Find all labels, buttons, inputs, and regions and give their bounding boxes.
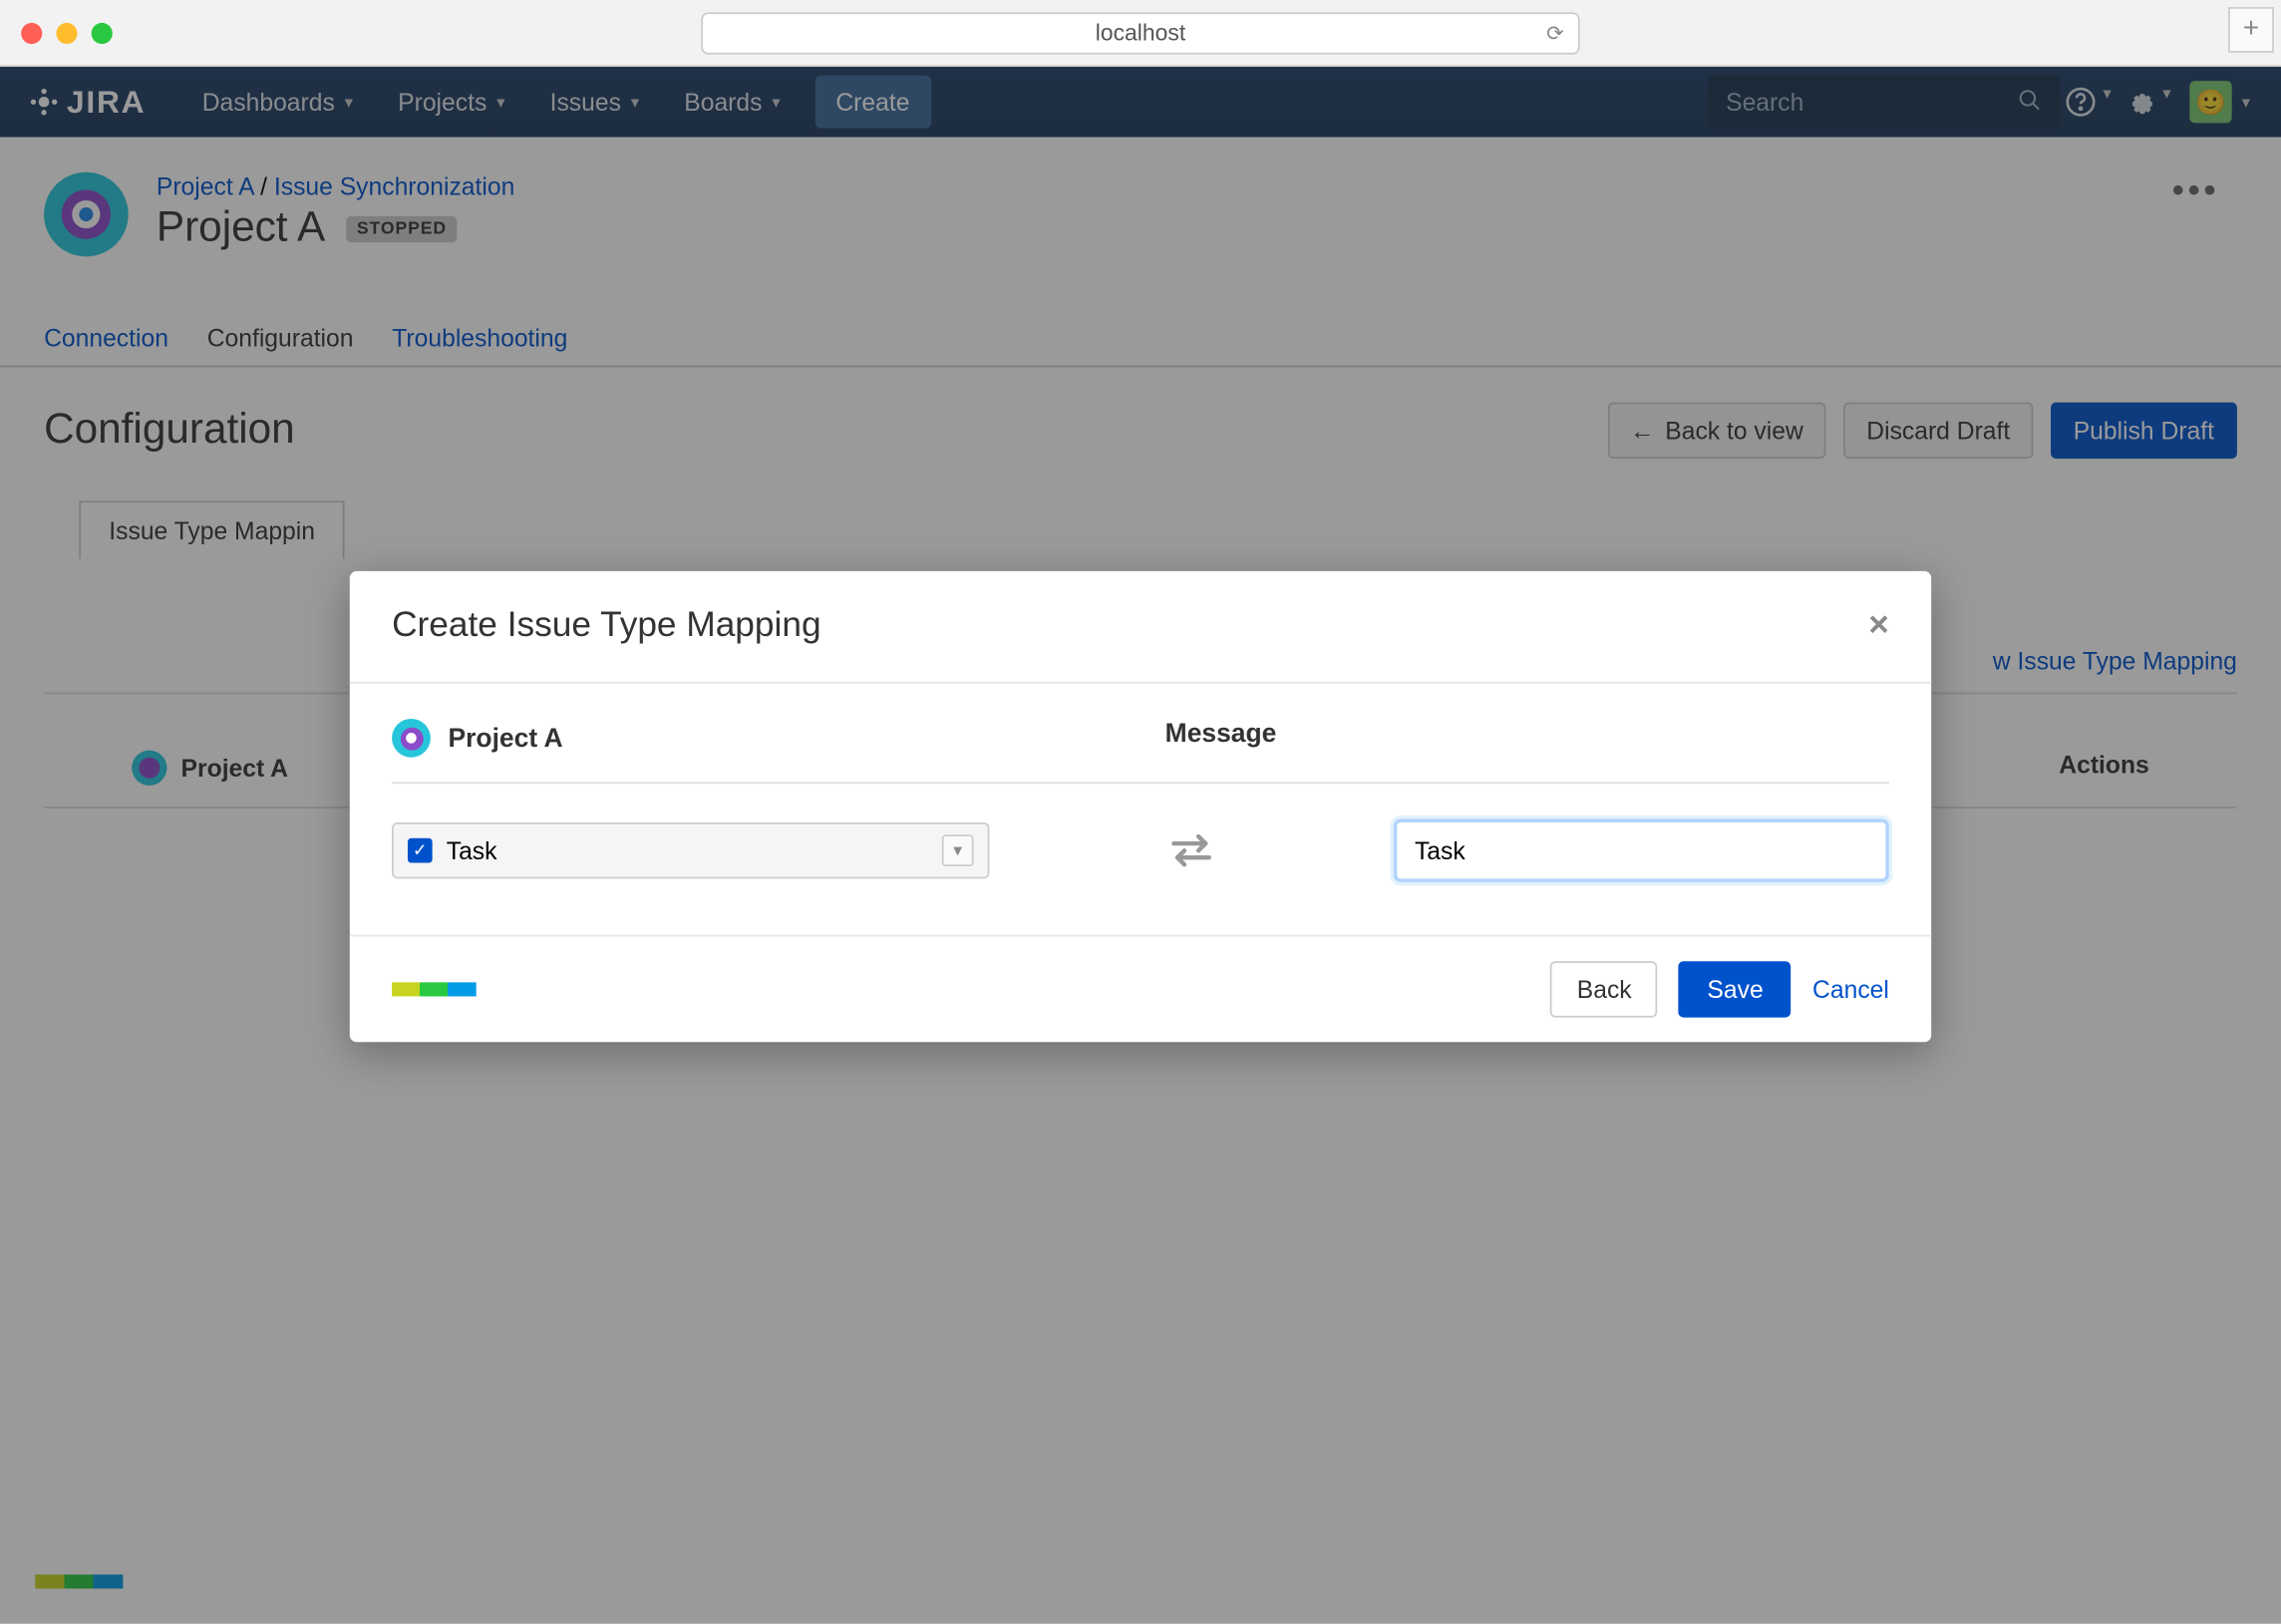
brand-color-bar bbox=[392, 982, 477, 996]
window-zoom-icon[interactable] bbox=[92, 22, 113, 43]
url-bar[interactable]: localhost ⟳ bbox=[701, 11, 1579, 53]
reload-icon[interactable]: ⟳ bbox=[1546, 20, 1564, 45]
create-issue-type-mapping-modal: Create Issue Type Mapping × Project A Me… bbox=[350, 571, 1931, 1042]
traffic-lights bbox=[21, 22, 113, 43]
modal-body: Project A Message ✓ Task ▾ bbox=[350, 684, 1931, 935]
window-minimize-icon[interactable] bbox=[56, 22, 77, 43]
new-tab-button[interactable]: + bbox=[2228, 7, 2274, 53]
cancel-button[interactable]: Cancel bbox=[1812, 975, 1889, 1003]
window-close-icon[interactable] bbox=[21, 22, 42, 43]
url-text: localhost bbox=[1096, 19, 1185, 45]
modal-title: Create Issue Type Mapping bbox=[392, 606, 820, 647]
close-icon[interactable]: × bbox=[1868, 606, 1889, 647]
modal-column-target: Message bbox=[1140, 719, 1889, 758]
save-button[interactable]: Save bbox=[1679, 961, 1792, 1017]
task-type-icon: ✓ bbox=[408, 838, 433, 863]
target-type-input[interactable] bbox=[1394, 818, 1889, 881]
issue-type-select[interactable]: ✓ Task ▾ bbox=[392, 822, 989, 878]
browser-chrome: localhost ⟳ + bbox=[0, 0, 2281, 67]
modal-header: Create Issue Type Mapping × bbox=[350, 571, 1931, 684]
back-button[interactable]: Back bbox=[1550, 961, 1658, 1017]
modal-column-source: Project A bbox=[392, 719, 1140, 758]
sync-direction-icon bbox=[989, 829, 1393, 871]
chevron-down-icon: ▾ bbox=[942, 834, 974, 866]
project-icon bbox=[392, 719, 431, 758]
modal-footer: Back Save Cancel bbox=[350, 935, 1931, 1043]
